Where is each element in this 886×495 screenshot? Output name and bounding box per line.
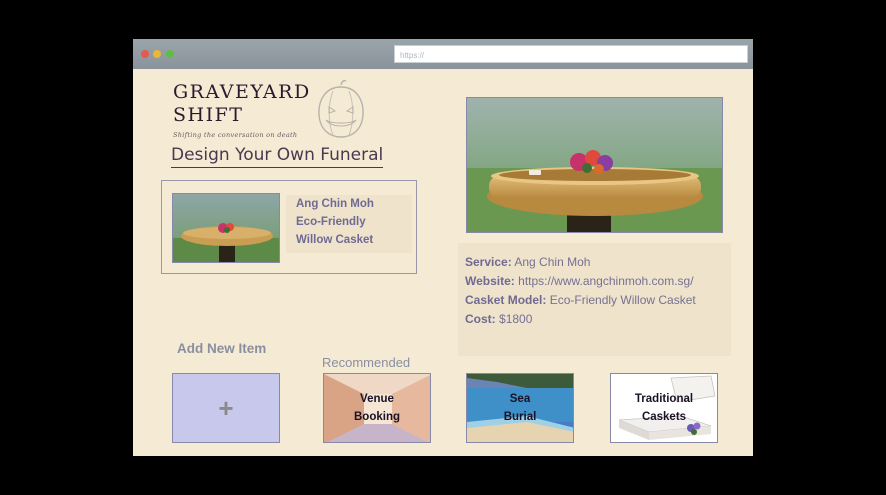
website-link[interactable]: https://www.angchinmoh.com.sg/ bbox=[518, 274, 693, 288]
traditional-caskets-line1: Traditional bbox=[634, 393, 694, 405]
detail-casket-model: Casket Model: Eco-Friendly Willow Casket bbox=[465, 293, 696, 307]
venue-booking-line2: Booking bbox=[354, 411, 400, 423]
minimize-window-button[interactable] bbox=[153, 50, 161, 58]
brand-name-line1: GRAVEYARD bbox=[173, 81, 311, 103]
address-bar[interactable]: https:// bbox=[394, 45, 748, 63]
sea-burial-line2: Burial bbox=[503, 411, 537, 423]
jack-o-lantern-logo-icon bbox=[318, 79, 364, 138]
casket-hero-image bbox=[466, 97, 723, 233]
service-label: Service: bbox=[465, 255, 512, 269]
add-new-item-heading: Add New Item bbox=[177, 341, 267, 356]
recommended-sea-burial[interactable]: Sea Burial bbox=[466, 373, 574, 443]
detail-cost: Cost: $1800 bbox=[465, 312, 532, 326]
sea-burial-label: Sea Burial bbox=[467, 374, 573, 442]
cost-value: $1800 bbox=[499, 312, 533, 326]
detail-service: Service: Ang Chin Moh bbox=[465, 255, 590, 269]
browser-window: https:// GRAVEYARD SHIFT Shifting the co… bbox=[133, 39, 753, 456]
close-window-button[interactable] bbox=[141, 50, 149, 58]
page-title: Design Your Own Funeral bbox=[171, 145, 384, 168]
cost-label: Cost: bbox=[465, 312, 496, 326]
traditional-caskets-label: Traditional Caskets bbox=[611, 374, 717, 442]
brand-name: GRAVEYARD SHIFT bbox=[173, 81, 311, 127]
maximize-window-button[interactable] bbox=[166, 50, 174, 58]
add-new-item-button[interactable]: + bbox=[172, 373, 280, 443]
brand-tagline: Shifting the conversation on death bbox=[173, 131, 298, 139]
recommended-venue-booking[interactable]: Venue Booking bbox=[323, 373, 431, 443]
selected-item-line2: Eco-Friendly bbox=[296, 216, 366, 228]
selected-item-label: Ang Chin Moh Eco-Friendly Willow Casket bbox=[286, 195, 412, 253]
selected-item-line3: Willow Casket bbox=[296, 234, 374, 246]
recommended-heading: Recommended bbox=[322, 355, 411, 370]
casket-model-value: Eco-Friendly Willow Casket bbox=[549, 293, 696, 307]
item-details-panel: Service: Ang Chin Moh Website: https://w… bbox=[458, 243, 731, 356]
detail-website: Website: https://www.angchinmoh.com.sg/ bbox=[465, 274, 694, 288]
brand-name-line2: SHIFT bbox=[173, 104, 244, 126]
casket-thumbnail-image bbox=[172, 193, 280, 263]
traditional-caskets-line2: Caskets bbox=[641, 411, 687, 423]
selected-item-line1: Ang Chin Moh bbox=[296, 198, 374, 210]
website-label: Website: bbox=[465, 274, 515, 288]
sea-burial-line1: Sea bbox=[509, 393, 531, 405]
venue-booking-label: Venue Booking bbox=[324, 374, 430, 442]
venue-booking-line1: Venue bbox=[360, 393, 394, 405]
browser-titlebar: https:// bbox=[133, 39, 753, 69]
service-value: Ang Chin Moh bbox=[514, 255, 591, 269]
plus-icon: + bbox=[218, 392, 234, 423]
recommended-traditional-caskets[interactable]: Traditional Caskets bbox=[610, 373, 718, 443]
selected-item-card[interactable]: Ang Chin Moh Eco-Friendly Willow Casket bbox=[161, 180, 417, 274]
casket-model-label: Casket Model: bbox=[465, 293, 547, 307]
